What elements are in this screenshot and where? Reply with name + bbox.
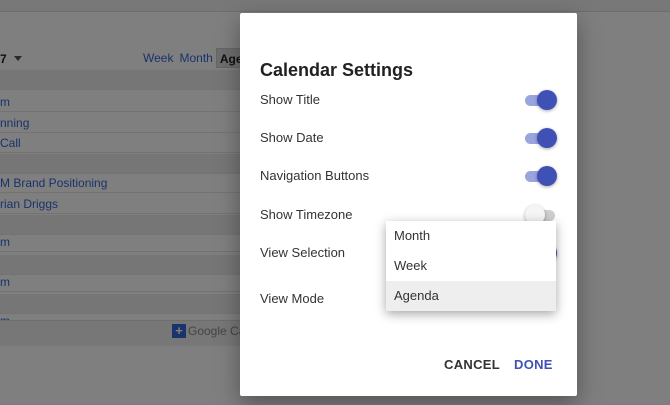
navigation-buttons-label: Navigation Buttons xyxy=(260,168,370,183)
show-title-toggle[interactable] xyxy=(525,90,557,110)
done-button[interactable]: DONE xyxy=(514,357,553,372)
show-date-label: Show Date xyxy=(260,130,324,145)
dialog-title: Calendar Settings xyxy=(260,60,414,80)
toggle-knob xyxy=(537,128,557,148)
toggle-knob xyxy=(537,166,557,186)
show-title-label: Show Title xyxy=(260,92,320,107)
cancel-button[interactable]: CANCEL xyxy=(444,357,500,372)
view-mode-dropdown-menu: Month Week Agenda xyxy=(386,221,556,311)
menu-item-agenda[interactable]: Agenda xyxy=(386,281,556,311)
menu-item-week[interactable]: Week xyxy=(386,251,556,281)
view-selection-label: View Selection xyxy=(260,245,346,260)
toggle-knob xyxy=(537,90,557,110)
show-timezone-label: Show Timezone xyxy=(260,207,353,222)
menu-item-month[interactable]: Month xyxy=(386,221,556,251)
view-mode-label: View Mode xyxy=(260,291,325,306)
show-date-toggle[interactable] xyxy=(525,128,557,148)
navigation-buttons-toggle[interactable] xyxy=(525,166,557,186)
